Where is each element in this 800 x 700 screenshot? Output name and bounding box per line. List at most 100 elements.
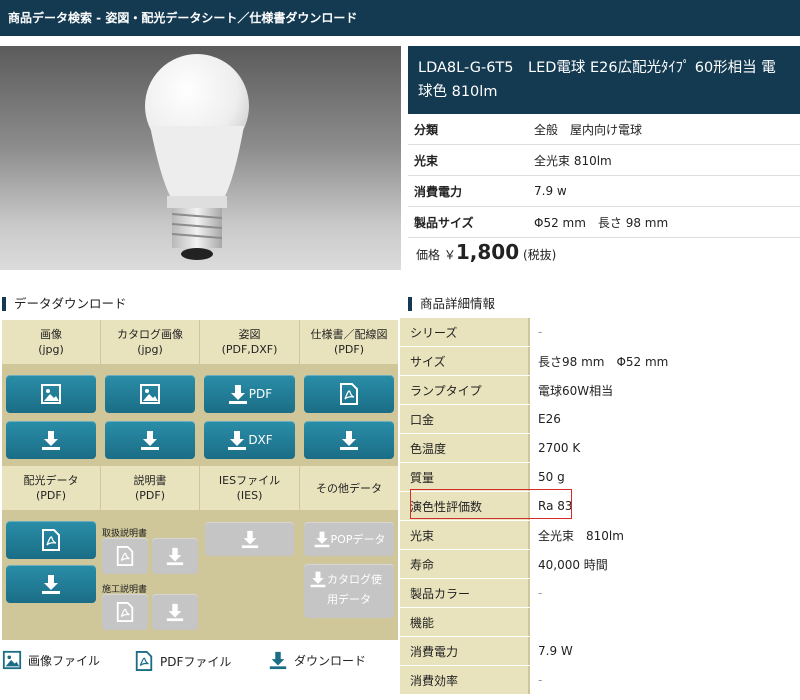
pdf-label: PDF xyxy=(248,387,273,401)
detail-value: - xyxy=(528,579,800,607)
detail-value: 7.9 W xyxy=(528,637,800,665)
download-icon xyxy=(228,431,247,450)
download-icon xyxy=(241,530,258,549)
light-distribution-download-button[interactable] xyxy=(6,565,96,603)
outline-pdf-button[interactable]: PDF xyxy=(204,375,295,413)
legend-pdf-label: PDFファイル xyxy=(160,654,232,669)
detail-value: 40,000 時間 xyxy=(528,550,800,578)
detail-key: ランプタイプ xyxy=(400,376,528,404)
download-icon xyxy=(42,575,60,594)
detail-key: 口金 xyxy=(400,405,528,433)
detail-row: 光束 全光束 810lm xyxy=(400,521,800,550)
detail-value: E26 xyxy=(528,405,800,433)
detail-row: 消費電力 7.9 W xyxy=(400,637,800,666)
image-file-button[interactable] xyxy=(6,375,96,413)
detail-value: 長さ98 mm Φ52 mm xyxy=(528,347,800,375)
col-header: 姿図 (PDF,DXF) xyxy=(200,320,299,364)
col-header: 説明書 (PDF) xyxy=(101,466,199,510)
col-header: カタログ画像 (jpg) xyxy=(101,320,199,364)
light-distribution-pdf-button[interactable] xyxy=(6,521,96,559)
manual-pdf-button[interactable] xyxy=(102,538,148,574)
catalog-image-button[interactable] xyxy=(105,375,195,413)
detail-key: 質量 xyxy=(400,463,528,491)
spec-value: 全光束 810lm xyxy=(534,153,612,168)
detail-value: - xyxy=(528,666,800,694)
download-icon xyxy=(269,651,287,670)
highlight-box xyxy=(410,489,572,519)
detail-row: シリーズ - xyxy=(400,318,800,347)
outline-dxf-button[interactable]: DXF xyxy=(204,421,295,459)
pdf-icon xyxy=(340,383,358,405)
image-download-button[interactable] xyxy=(6,421,96,459)
download-icon xyxy=(166,603,184,622)
spec-pdf-button[interactable] xyxy=(304,375,394,413)
col-header: 配光データ (PDF) xyxy=(2,466,100,510)
spec-key: 製品サイズ xyxy=(414,215,474,230)
detail-key: 光束 xyxy=(400,521,528,549)
col-header: 画像 (jpg) xyxy=(2,320,100,364)
col-header: IESファイル (IES) xyxy=(200,466,299,510)
detail-row: ランプタイプ 電球60W相当 xyxy=(400,376,800,405)
legend-image-label: 画像ファイル xyxy=(28,653,101,668)
col-header: 仕様書／配線図 (PDF) xyxy=(300,320,398,364)
pdf-icon xyxy=(116,546,134,566)
download-icon xyxy=(310,571,326,588)
download-icon xyxy=(340,431,358,450)
download-icon xyxy=(228,385,247,404)
install-manual-pdf-button[interactable] xyxy=(102,594,148,630)
details-heading: 商品詳細情報 xyxy=(408,297,495,311)
detail-key: 寿命 xyxy=(400,550,528,578)
col-header-text: 姿図 (PDF,DXF) xyxy=(221,328,278,356)
manual-download-button[interactable] xyxy=(152,538,198,574)
detail-row: 機能 xyxy=(400,608,800,637)
price-currency: ￥ xyxy=(443,248,456,262)
col-header-text: カタログ画像 (jpg) xyxy=(117,328,183,356)
detail-key: 消費電力 xyxy=(400,637,528,665)
download-icon xyxy=(314,531,329,548)
spec-table: 分類 全般 屋内向け電球 光束 全光束 810lm 消費電力 7.9 w 製品サイズ Φ… xyxy=(408,114,800,238)
col-header-text: 説明書 (PDF) xyxy=(133,474,167,502)
detail-key: サイズ xyxy=(400,347,528,375)
detail-value xyxy=(528,608,800,636)
ies-download-button[interactable] xyxy=(205,522,294,556)
price-label: 価格 xyxy=(416,248,441,262)
detail-key: 消費効率 xyxy=(400,666,528,694)
spec-key: 分類 xyxy=(414,122,439,137)
col-header-text: 仕様書／配線図 (PDF) xyxy=(310,328,388,356)
detail-row: サイズ 長さ98 mm Φ52 mm xyxy=(400,347,800,376)
image-icon xyxy=(140,384,160,404)
product-title: LDA8L-G-6T5 LED電球 E26広配光ﾀｲﾌﾟ 60形相当 電球色 8… xyxy=(408,46,800,114)
catalog-use-data-button[interactable]: カタログ使用データ xyxy=(304,564,394,618)
install-manual-download-button[interactable] xyxy=(152,594,198,630)
price-tax: (税抜) xyxy=(522,248,557,262)
col-header-text: IESファイル (IES) xyxy=(218,474,281,502)
detail-value: 2700 K xyxy=(528,434,800,462)
breadcrumb: 商品データ検索 - 姿図・配光データシート／仕様書ダウンロード xyxy=(0,0,800,36)
spec-row: 光束 全光束 810lm xyxy=(408,145,800,176)
download-icon xyxy=(166,547,184,566)
legend-pdf: PDFファイル xyxy=(134,650,231,672)
catalog-use-label: カタログ使用データ xyxy=(327,573,382,606)
price-value: 1,800 xyxy=(455,240,520,264)
image-icon xyxy=(41,384,61,404)
dxf-label: DXF xyxy=(248,433,273,447)
detail-row: 消費効率 - xyxy=(400,666,800,695)
legend-download-label: ダウンロード xyxy=(294,653,367,668)
col-header-text: 配光データ (PDF) xyxy=(23,474,79,502)
detail-key: シリーズ xyxy=(400,318,528,346)
spec-value: 7.9 w xyxy=(534,184,567,198)
catalog-download-button[interactable] xyxy=(105,421,195,459)
detail-value: - xyxy=(528,318,800,346)
download-grid: 画像 (jpg) カタログ画像 (jpg) 姿図 (PDF,DXF) 仕様書／配… xyxy=(2,320,398,640)
detail-row: 製品カラー - xyxy=(400,579,800,608)
pop-data-button[interactable]: POPデータ xyxy=(304,522,394,556)
spec-value: 全般 屋内向け電球 xyxy=(534,122,643,137)
spec-download-button[interactable] xyxy=(304,421,394,459)
pop-label: POPデータ xyxy=(330,533,386,546)
detail-value: 50 g xyxy=(528,463,800,491)
col-header: その他データ xyxy=(300,466,398,510)
spec-row: 製品サイズ Φ52 mm 長さ 98 mm xyxy=(408,207,800,238)
detail-key: 製品カラー xyxy=(400,579,528,607)
detail-row: 口金 E26 xyxy=(400,405,800,434)
col-header-text: 画像 (jpg) xyxy=(38,328,64,356)
